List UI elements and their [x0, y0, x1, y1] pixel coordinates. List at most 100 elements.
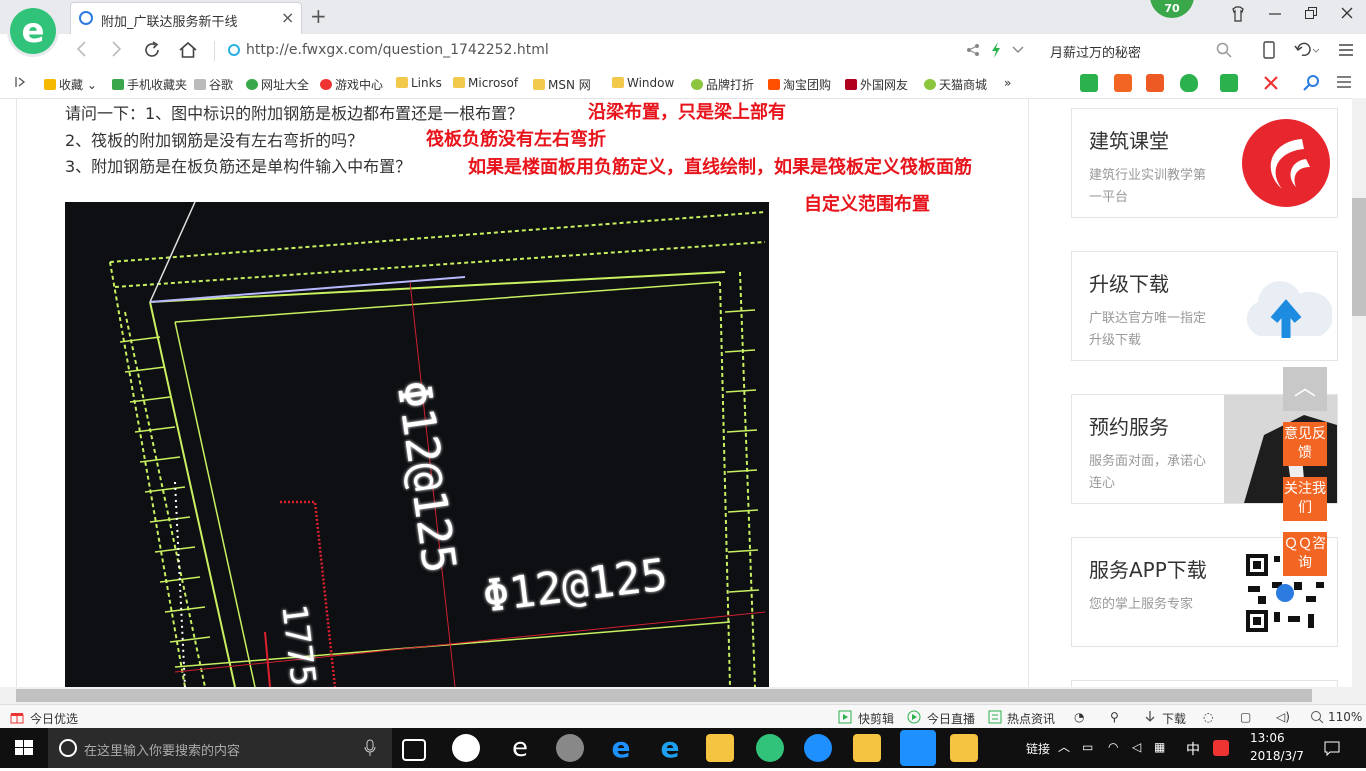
- list-menu-icon[interactable]: [1336, 75, 1352, 92]
- bookmark-msn[interactable]: MSN 网: [533, 76, 591, 93]
- sidebar-card-course[interactable]: 建筑课堂 建筑行业实训教学第一平台: [1071, 108, 1338, 218]
- pin-icon[interactable]: ⚲: [1110, 710, 1119, 724]
- keyboard-icon[interactable]: ▦: [1154, 740, 1165, 754]
- kuaijianji-link[interactable]: 快剪辑: [858, 710, 894, 727]
- restore-icon[interactable]: [1304, 6, 1318, 24]
- home-icon[interactable]: [178, 40, 198, 65]
- file-explorer-icon[interactable]: [706, 734, 734, 762]
- clock-date[interactable]: 2018/3/7: [1250, 749, 1304, 763]
- speaker-icon[interactable]: ◁: [1132, 740, 1141, 754]
- bookmark-windows[interactable]: Window: [612, 76, 674, 90]
- ie-icon[interactable]: e: [656, 734, 684, 762]
- course-logo-icon: [1242, 119, 1330, 207]
- folder-icon: [453, 77, 465, 88]
- bookmark-favorites[interactable]: 收藏 ⌄: [44, 76, 97, 93]
- tab-close-icon[interactable]: ×: [281, 8, 294, 27]
- microphone-icon[interactable]: [364, 739, 376, 760]
- tray-expand-icon[interactable]: ︿: [1058, 738, 1070, 755]
- bookmark-games[interactable]: 游戏中心: [320, 76, 383, 93]
- sidebar-toggle-icon[interactable]: [14, 76, 26, 91]
- lightning-icon[interactable]: [990, 42, 1002, 61]
- skin-icon[interactable]: [1230, 6, 1246, 26]
- magnifier-icon[interactable]: [1302, 74, 1320, 95]
- bookmark-google[interactable]: 谷歌: [194, 76, 233, 93]
- browser-tab[interactable]: 附加_广联达服务新干线 ×: [70, 2, 302, 35]
- card-title: 服务APP下载: [1089, 558, 1207, 582]
- bookmark-brand[interactable]: 品牌打折: [691, 76, 754, 93]
- reader-icon[interactable]: [1080, 74, 1098, 92]
- download-link[interactable]: 下载: [1162, 710, 1186, 727]
- sogou-ime-icon[interactable]: [1213, 740, 1229, 756]
- taskbar-search-input[interactable]: 在这里输入你要搜索的内容: [84, 740, 240, 759]
- wifi-icon[interactable]: ◠: [1108, 740, 1118, 754]
- minimize-icon[interactable]: [1268, 6, 1282, 24]
- notes-icon[interactable]: [853, 734, 881, 762]
- volume-icon[interactable]: ◁): [1276, 710, 1290, 724]
- window-icon[interactable]: ▢: [1240, 710, 1251, 724]
- horizontal-scroll-thumb[interactable]: [16, 689, 1312, 702]
- refresh-icon[interactable]: [142, 40, 162, 65]
- browser-e-icon[interactable]: e: [506, 734, 534, 762]
- hot-news-link[interactable]: 热点资讯: [1007, 710, 1055, 727]
- bookmark-taobao[interactable]: 淘宝团购: [768, 76, 831, 93]
- media-icon[interactable]: [556, 734, 584, 762]
- translate-icon[interactable]: [1220, 74, 1238, 92]
- glodon-icon[interactable]: [804, 734, 832, 762]
- close-window-icon[interactable]: [1340, 6, 1354, 24]
- address-bar[interactable]: http://e.fwxgx.com/question_1742252.html: [246, 42, 549, 58]
- feedback-button[interactable]: 意见反馈: [1283, 422, 1327, 466]
- edge-icon[interactable]: e: [607, 734, 635, 762]
- bookmark-more-icon[interactable]: »: [1004, 76, 1011, 90]
- phone-icon: [112, 79, 124, 90]
- fan-app-icon[interactable]: [452, 734, 480, 762]
- bookmark-hao[interactable]: 网址大全: [246, 76, 309, 93]
- search-box[interactable]: 月薪过万的秘密: [1040, 40, 1240, 62]
- clean-icon[interactable]: ◌: [1203, 710, 1213, 724]
- zoom-level[interactable]: 110%: [1328, 710, 1362, 724]
- task-view-icon[interactable]: [402, 739, 426, 761]
- dropdown-chevron-icon[interactable]: [1012, 43, 1024, 58]
- bookmark-mobile[interactable]: 手机收藏夹: [112, 76, 187, 93]
- vertical-scrollbar[interactable]: [1352, 98, 1366, 687]
- follow-us-button[interactable]: 关注我们: [1283, 477, 1327, 521]
- vertical-scroll-thumb[interactable]: [1352, 198, 1366, 316]
- links-toolbar[interactable]: 链接: [1026, 740, 1050, 757]
- battery-icon[interactable]: ▭: [1082, 740, 1093, 754]
- menu-icon[interactable]: [1338, 43, 1354, 60]
- bookmark-foreign[interactable]: 外国网友: [845, 76, 908, 93]
- back-to-top-button[interactable]: ︿: [1283, 367, 1327, 411]
- sidebar-card-upgrade[interactable]: 升级下载 广联达官方唯一指定升级下载: [1071, 251, 1338, 361]
- discount-icon[interactable]: [1146, 74, 1164, 92]
- folder-icon: [612, 77, 624, 88]
- bookmark-tmall[interactable]: 天猫商城: [924, 76, 987, 93]
- search-icon[interactable]: [1216, 42, 1232, 61]
- search-input[interactable]: 月薪过万的秘密: [1050, 42, 1141, 61]
- bookmark-links[interactable]: Links: [396, 76, 442, 90]
- scissors-icon[interactable]: [1262, 74, 1280, 95]
- undo-icon[interactable]: [1294, 41, 1320, 62]
- forward-icon[interactable]: [110, 40, 122, 63]
- taskbar-search[interactable]: 在这里输入你要搜索的内容: [48, 728, 392, 768]
- qq-consult-button[interactable]: ＱＱ咨询: [1283, 532, 1327, 576]
- shield-icon[interactable]: [1180, 74, 1198, 92]
- active-app-icon[interactable]: [900, 730, 936, 766]
- live-link[interactable]: 今日直播: [927, 710, 975, 727]
- notification-icon[interactable]: [1324, 740, 1340, 759]
- question-line-2: 2、筏板的附加钢筋是没有左右弯折的吗？: [65, 131, 364, 150]
- site-security-icon[interactable]: [228, 44, 240, 56]
- share-icon[interactable]: [966, 43, 980, 60]
- bookmark-microsoft[interactable]: Microsof: [453, 76, 518, 90]
- daily-picks-link[interactable]: 今日优选: [30, 710, 78, 727]
- level-badge[interactable]: 70: [1150, 0, 1194, 18]
- back-icon[interactable]: [76, 40, 88, 63]
- tv-icon[interactable]: [1114, 74, 1132, 92]
- mobile-icon[interactable]: [1262, 41, 1276, 62]
- browser-logo-icon[interactable]: e: [10, 8, 56, 54]
- start-button[interactable]: [0, 728, 48, 768]
- help-app-icon[interactable]: [950, 734, 978, 762]
- clock-time[interactable]: 13:06: [1250, 731, 1285, 745]
- ime-indicator[interactable]: 中: [1186, 739, 1200, 759]
- speed-icon[interactable]: ◔: [1074, 710, 1084, 724]
- green-browser-icon[interactable]: [756, 734, 784, 762]
- new-tab-button[interactable]: +: [310, 4, 327, 28]
